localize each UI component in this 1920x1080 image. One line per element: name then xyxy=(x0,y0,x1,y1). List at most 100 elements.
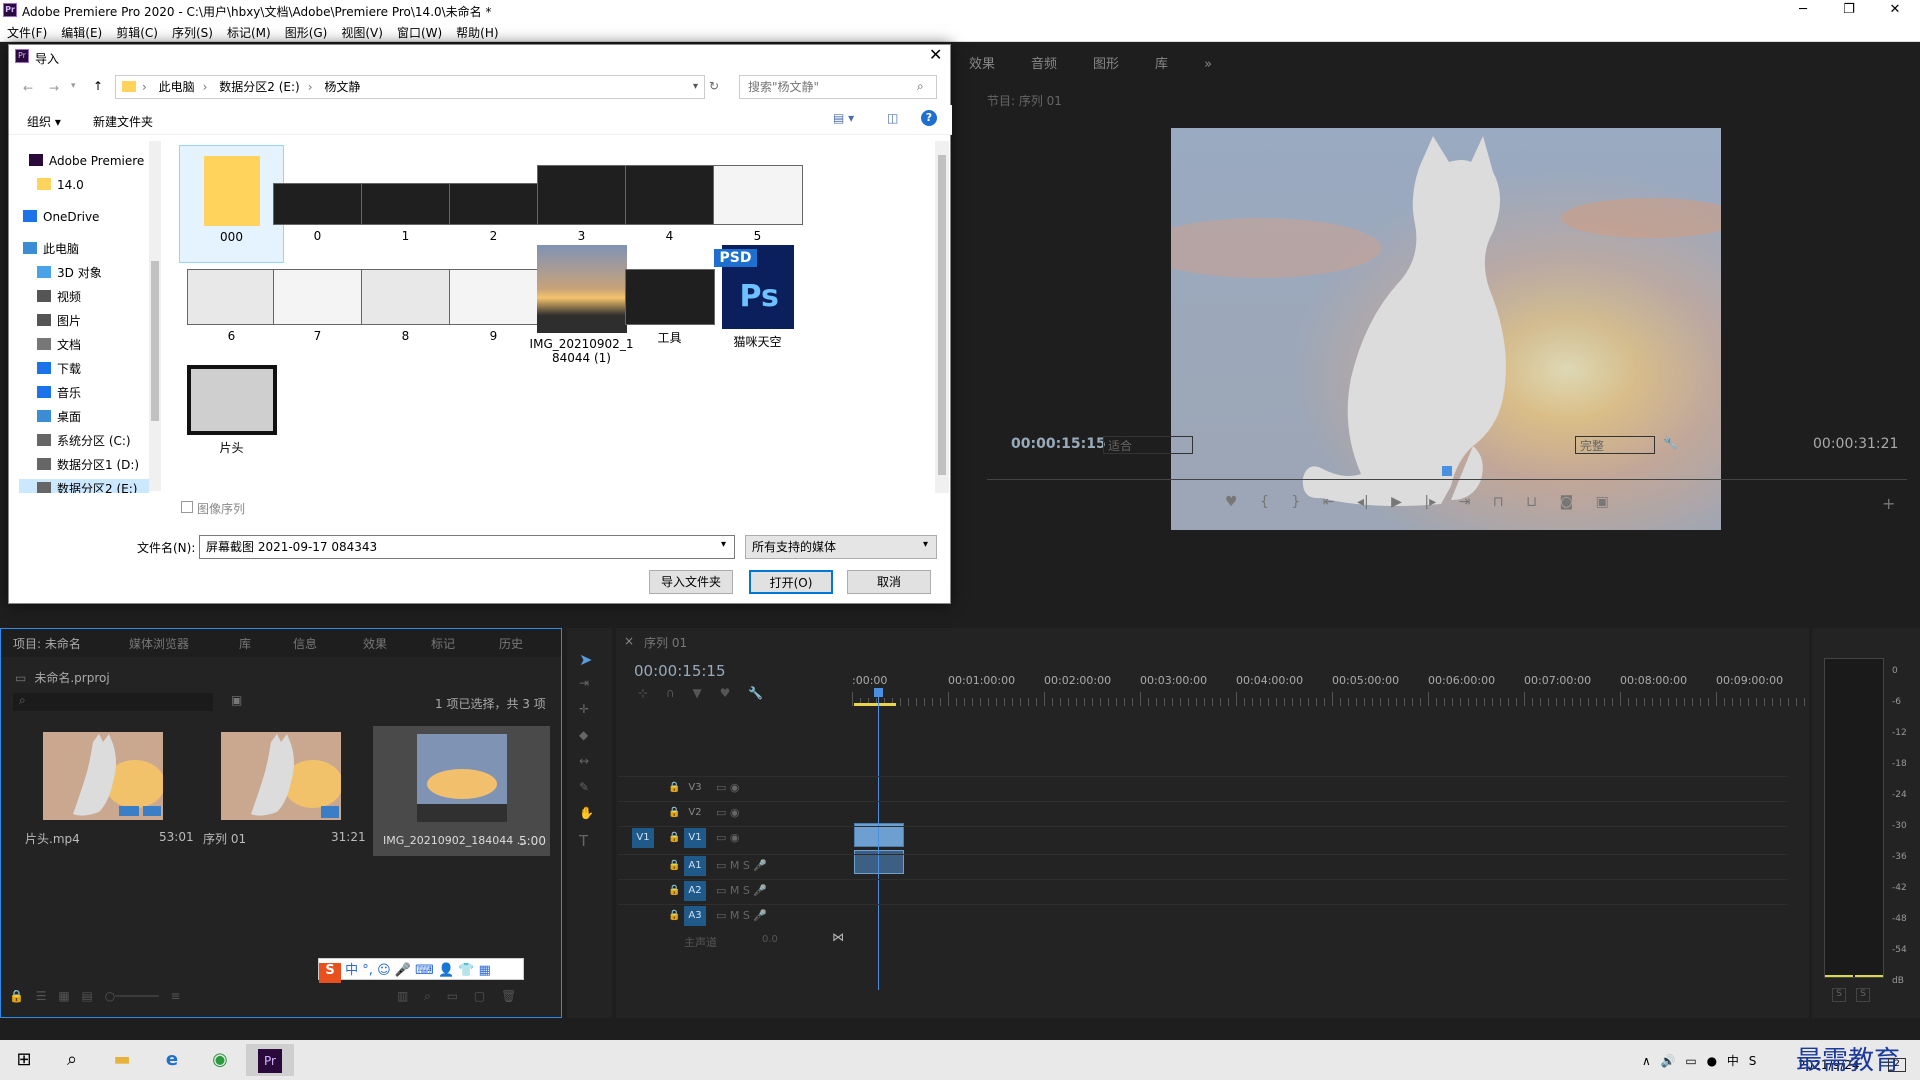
pen-tool-icon[interactable]: ✎ xyxy=(579,780,589,794)
tray-chevron-icon[interactable]: ∧ xyxy=(1642,1054,1651,1068)
tab-effects[interactable]: 效果 xyxy=(363,635,387,652)
type-tool-icon[interactable]: T xyxy=(579,832,588,850)
workspace-tab-audio[interactable]: 音频 xyxy=(1013,46,1075,79)
chrome-browser-icon[interactable]: ◉ xyxy=(196,1044,244,1076)
filename-dropdown-icon[interactable]: ▾ xyxy=(721,539,726,550)
file-tile[interactable]: 5 xyxy=(705,145,810,243)
track-eye-icon[interactable]: ▭ ◉ xyxy=(716,806,740,819)
workspace-tab-effects[interactable]: 效果 xyxy=(951,46,1013,79)
project-item-selected[interactable]: IMG_20210902_184044 ... 5:00 xyxy=(373,726,550,856)
menu-help[interactable]: 帮助(H) xyxy=(449,22,505,41)
timeline-close-icon[interactable]: × xyxy=(624,634,634,648)
file-tile[interactable]: 片头 xyxy=(179,355,284,456)
workspace-tab-libraries[interactable]: 库 xyxy=(1137,46,1186,79)
close-icon[interactable]: ✕ xyxy=(1872,0,1918,22)
fit-dropdown[interactable]: 适合 xyxy=(1103,436,1193,454)
up-arrow-icon[interactable]: ↑ xyxy=(93,79,103,93)
quality-dropdown[interactable]: 完整 xyxy=(1575,436,1655,454)
slip-tool-icon[interactable]: ↔ xyxy=(579,754,589,768)
breadcrumb-item[interactable]: 杨文静 xyxy=(324,80,360,94)
track-lock-icon[interactable]: 🔒 xyxy=(668,885,680,896)
tab-info[interactable]: 信息 xyxy=(293,635,317,652)
search-input[interactable] xyxy=(739,75,937,99)
track-mute-solo-icons[interactable]: ▭ M S 🎤 xyxy=(716,859,767,872)
track-target-v3[interactable]: V3 xyxy=(684,778,706,798)
go-to-out-icon[interactable]: ⇥ xyxy=(1459,494,1471,510)
track-mute-solo-icons[interactable]: ▭ M S 🎤 xyxy=(716,909,767,922)
address-bar[interactable]: › 此电脑 › 数据分区2 (E:) › 杨文静 ▾ xyxy=(115,75,705,99)
zoom-slider[interactable]: ○────── xyxy=(105,989,159,1003)
breadcrumb-item[interactable]: 此电脑 xyxy=(159,80,195,94)
menu-edit[interactable]: 编辑(E) xyxy=(54,22,109,41)
nav-scrollbar[interactable] xyxy=(149,141,161,491)
network-icon[interactable]: ▭ xyxy=(1685,1054,1696,1068)
track-lock-icon[interactable]: 🔒 xyxy=(668,832,680,843)
windows-start-icon[interactable]: ⊞ xyxy=(0,1044,48,1076)
tab-libraries[interactable]: 库 xyxy=(239,635,251,652)
program-monitor-title[interactable]: 节目: 序列 01 xyxy=(987,92,1062,109)
work-area-bar[interactable] xyxy=(854,703,896,706)
track-target-a2[interactable]: A2 xyxy=(684,881,706,901)
toolbox-icon[interactable]: ▦ xyxy=(479,963,491,978)
timeline-playhead[interactable] xyxy=(878,690,879,990)
step-forward-icon[interactable]: |▸ xyxy=(1424,494,1436,510)
camera-icon[interactable]: ◙ xyxy=(1560,494,1574,510)
dialog-close-icon[interactable]: ✕ xyxy=(929,45,942,64)
ime-tray-icon[interactable]: 中 xyxy=(1727,1054,1739,1068)
track-target-v1[interactable]: V1 xyxy=(684,828,706,848)
project-search-input[interactable]: ⌕ xyxy=(13,693,213,711)
track-eye-icon[interactable]: ▭ ◉ xyxy=(716,781,740,794)
find-icon[interactable]: ⌕ xyxy=(424,989,431,1003)
selection-tool-icon[interactable]: ➤ xyxy=(579,650,592,669)
new-folder-button[interactable]: 新建文件夹 xyxy=(93,113,153,130)
keyboard-icon[interactable]: ⌨ xyxy=(415,963,434,978)
cancel-button[interactable]: 取消 xyxy=(847,570,931,594)
menu-marker[interactable]: 标记(M) xyxy=(220,22,278,41)
sogou-logo-icon[interactable]: S xyxy=(319,963,341,983)
notification-icon[interactable]: 2 xyxy=(1888,1058,1906,1072)
back-arrow-icon[interactable]: ← xyxy=(23,81,33,95)
list-view-icon[interactable]: ☰ xyxy=(36,989,47,1003)
track-select-tool-icon[interactable]: ⇥ xyxy=(579,676,589,690)
security-icon[interactable]: ● xyxy=(1707,1054,1717,1068)
track-lock-icon[interactable]: 🔒 xyxy=(668,860,680,871)
program-playhead[interactable] xyxy=(1442,466,1452,476)
nav-item[interactable]: 数据分区1 (D:) xyxy=(37,455,139,475)
ripple-edit-tool-icon[interactable]: ✛ xyxy=(579,702,589,716)
filetype-select[interactable]: 所有支持的媒体 xyxy=(745,535,937,559)
help-icon[interactable]: ? xyxy=(921,110,937,126)
linked-selection-icon[interactable]: ∩ xyxy=(666,686,675,700)
nav-item[interactable]: 3D 对象 xyxy=(37,263,102,283)
mark-in-icon[interactable]: { xyxy=(1260,494,1269,510)
file-tile[interactable]: PSD Ps 猫咪天空 xyxy=(705,245,810,350)
menu-window[interactable]: 窗口(W) xyxy=(390,22,449,41)
sort-icon[interactable]: ≡ xyxy=(170,989,180,1003)
filename-field[interactable]: 屏幕截图 2021-09-17 084343 xyxy=(199,535,735,559)
track-eye-icon[interactable]: ▭ ◉ xyxy=(716,831,740,844)
nav-item[interactable]: Adobe Premiere xyxy=(29,151,144,171)
track-lock-icon[interactable]: 🔒 xyxy=(668,807,680,818)
track-target-v2[interactable]: V2 xyxy=(684,803,706,823)
timeline-tab[interactable]: 序列 01 xyxy=(644,634,687,651)
lock-icon[interactable]: 🔒 xyxy=(9,989,24,1003)
search-taskbar-icon[interactable]: ⌕ xyxy=(48,1044,96,1076)
program-timecode-current[interactable]: 00:00:15:15 xyxy=(1011,436,1106,452)
user-icon[interactable]: 👤 xyxy=(438,963,454,978)
tab-project[interactable]: 项目: 未命名 xyxy=(13,635,81,652)
skin-icon[interactable]: 👕 xyxy=(458,963,474,978)
compare-icon[interactable]: ▣ xyxy=(1596,494,1609,510)
nav-item[interactable]: 文档 xyxy=(37,335,81,355)
go-to-end-icon[interactable]: ⋈ xyxy=(832,930,844,944)
workspace-tab-graphics[interactable]: 图形 xyxy=(1075,46,1137,79)
nav-item[interactable]: OneDrive xyxy=(23,207,99,227)
premiere-taskbar-icon[interactable]: Pr xyxy=(246,1044,294,1076)
extract-icon[interactable]: ⊔ xyxy=(1526,494,1537,510)
view-options-icon[interactable]: ▤ ▾ xyxy=(833,111,854,125)
add-marker-icon[interactable]: ▼ xyxy=(693,686,702,700)
track-mute-solo-icons[interactable]: ▭ M S 🎤 xyxy=(716,884,767,897)
track-target-a3[interactable]: A3 xyxy=(684,906,706,926)
nav-item[interactable]: 图片 xyxy=(37,311,81,331)
filetype-dropdown-icon[interactable]: ▾ xyxy=(923,539,928,550)
minimize-icon[interactable]: ─ xyxy=(1780,0,1826,22)
marker-icon[interactable]: ♥ xyxy=(1225,494,1238,510)
